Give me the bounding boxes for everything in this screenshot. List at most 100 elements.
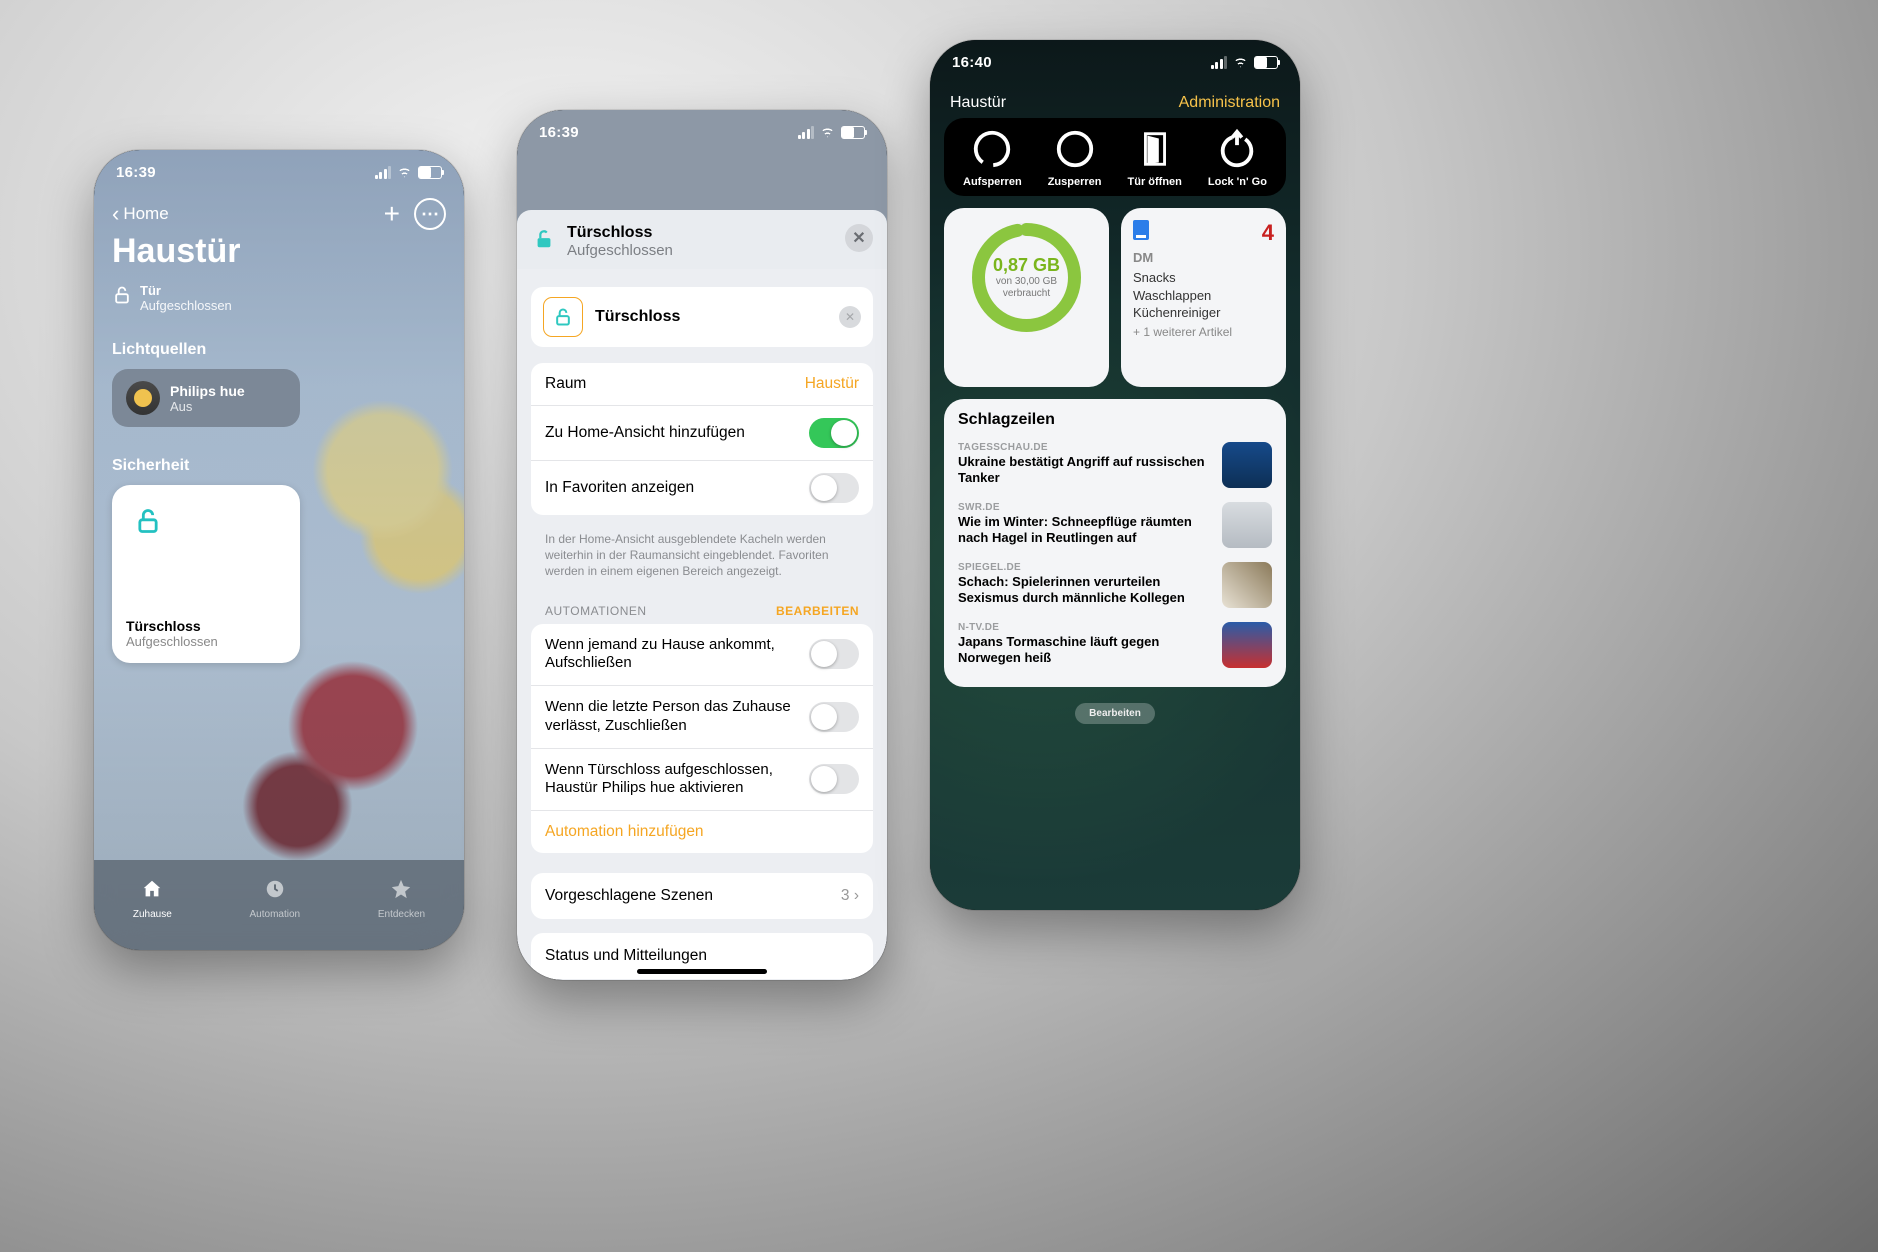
close-button[interactable]: ✕ bbox=[845, 224, 873, 252]
nuki-lockngo-button[interactable]: Lock 'n' Go bbox=[1208, 128, 1267, 188]
tab-automation[interactable]: Automation bbox=[250, 878, 301, 920]
nuki-unlock-button[interactable]: Aufsperren bbox=[963, 128, 1022, 188]
door-state: Aufgeschlossen bbox=[140, 298, 232, 313]
tab-bar: Zuhause Automation Entdecken bbox=[94, 860, 464, 950]
suggested-scenes-row[interactable]: Vorgeschlagene Szenen 3 › bbox=[531, 873, 873, 919]
wifi-icon bbox=[820, 127, 835, 138]
back-label: Home bbox=[123, 204, 168, 224]
data-usage-widget[interactable]: 0,87 GB von 30,00 GBverbraucht bbox=[944, 208, 1109, 387]
news-thumbnail bbox=[1222, 622, 1272, 668]
light-state: Aus bbox=[170, 399, 245, 414]
news-thumbnail bbox=[1222, 442, 1272, 488]
section-footnote: In der Home-Ansicht ausgeblendete Kachel… bbox=[531, 525, 873, 596]
list-title: DM bbox=[1133, 250, 1274, 265]
name-value: Türschloss bbox=[595, 308, 827, 326]
row-label: Zu Home-Ansicht hinzufügen bbox=[545, 424, 745, 442]
row-label: Status und Mitteilungen bbox=[545, 947, 707, 965]
chevron-right-icon: › bbox=[854, 887, 859, 904]
nuki-label: Zusperren bbox=[1048, 176, 1102, 188]
home-indicator[interactable] bbox=[637, 969, 767, 974]
add-button[interactable]: + bbox=[384, 198, 400, 230]
nuki-open-door-button[interactable]: Tür öffnen bbox=[1128, 128, 1182, 188]
tab-label: Entdecken bbox=[378, 909, 425, 920]
automations-header: AUTOMATIONEN BEARBEITEN bbox=[531, 596, 873, 624]
automation-text: Wenn jemand zu Hause ankommt, Aufschließ… bbox=[545, 636, 799, 674]
list-more: + 1 weiterer Artikel bbox=[1133, 325, 1274, 339]
wifi-icon bbox=[397, 167, 412, 178]
row-label: Raum bbox=[545, 375, 586, 393]
news-item[interactable]: SWR.DEWie im Winter: Schneepflüge räumte… bbox=[958, 495, 1272, 555]
news-headline: Schach: Spielerinnen verurteilen Sexismu… bbox=[958, 574, 1212, 605]
status-bar: 16:39 bbox=[94, 150, 464, 194]
data-verb: verbraucht bbox=[1003, 288, 1050, 299]
lock-name: Türschloss bbox=[126, 618, 286, 634]
chevron-left-icon: ‹ bbox=[112, 203, 119, 225]
clear-button[interactable]: ✕ bbox=[839, 306, 861, 328]
news-source: SPIEGEL.DE bbox=[958, 562, 1212, 573]
cellular-icon bbox=[798, 126, 815, 139]
news-widget[interactable]: Schlagzeilen TAGESSCHAU.DEUkraine bestät… bbox=[944, 399, 1286, 687]
news-item[interactable]: SPIEGEL.DESchach: Spielerinnen verurteil… bbox=[958, 555, 1272, 615]
automation-row: Wenn die letzte Person das Zuhause verlä… bbox=[531, 685, 873, 748]
automation-toggle[interactable] bbox=[809, 639, 859, 669]
lock-state: Aufgeschlossen bbox=[126, 634, 286, 649]
shopping-list-widget[interactable]: 4 DM SnacksWaschlappenKüchenreiniger + 1… bbox=[1121, 208, 1286, 387]
news-source: N-TV.DE bbox=[958, 622, 1212, 633]
nuki-lock-button[interactable]: Zusperren bbox=[1048, 128, 1102, 188]
more-button[interactable]: ⋯ bbox=[414, 198, 446, 230]
widget-title: Haustür bbox=[950, 94, 1006, 112]
widget-admin-link[interactable]: Administration bbox=[1179, 94, 1280, 112]
automation-text: Wenn Türschloss aufgeschlossen, Haustür … bbox=[545, 761, 799, 799]
news-item[interactable]: TAGESSCHAU.DEUkraine bestätigt Angriff a… bbox=[958, 435, 1272, 495]
back-button[interactable]: ‹ Home bbox=[112, 203, 169, 225]
star-icon bbox=[390, 878, 412, 906]
scenes-count: 3 bbox=[841, 887, 850, 904]
status-bar: 16:39 bbox=[517, 110, 887, 154]
tab-home[interactable]: Zuhause bbox=[133, 878, 172, 920]
phone-lock-settings: 16:39 Türschloss Aufgeschlossen ✕ bbox=[517, 110, 887, 980]
unlock-icon bbox=[126, 499, 170, 543]
light-tile[interactable]: Philips hue Aus bbox=[112, 369, 300, 427]
status-bar: 16:40 bbox=[930, 40, 1300, 84]
row-label: In Favoriten anzeigen bbox=[545, 479, 694, 497]
nuki-label: Tür öffnen bbox=[1128, 176, 1182, 188]
cellular-icon bbox=[1211, 56, 1228, 69]
news-headline: Ukraine bestätigt Angriff auf russischen… bbox=[958, 454, 1212, 485]
tab-label: Automation bbox=[250, 909, 301, 920]
nuki-widget-header: Haustür Administration bbox=[930, 84, 1300, 118]
edit-widgets-button[interactable]: Bearbeiten bbox=[1075, 703, 1155, 724]
list-app-icon bbox=[1133, 220, 1149, 240]
news-headline: Wie im Winter: Schneepflüge räumten nach… bbox=[958, 514, 1212, 545]
clock: 16:39 bbox=[539, 124, 579, 141]
nuki-label: Lock 'n' Go bbox=[1208, 176, 1267, 188]
row-value: Haustür bbox=[805, 375, 859, 393]
item-count-badge: 4 bbox=[1262, 220, 1274, 246]
tab-discover[interactable]: Entdecken bbox=[378, 878, 425, 920]
add-automation-button[interactable]: Automation hinzufügen bbox=[531, 810, 873, 853]
data-used: 0,87 GB bbox=[993, 255, 1060, 276]
name-field-row[interactable]: Türschloss ✕ bbox=[531, 287, 873, 347]
automation-row: Wenn Türschloss aufgeschlossen, Haustür … bbox=[531, 748, 873, 811]
unlock-icon bbox=[112, 285, 132, 311]
section-lights: Lichtquellen bbox=[112, 341, 446, 359]
automations-list: Wenn jemand zu Hause ankommt, Aufschließ… bbox=[531, 624, 873, 854]
add-to-home-row: Zu Home-Ansicht hinzufügen bbox=[531, 405, 873, 460]
edit-automations-button[interactable]: BEARBEITEN bbox=[776, 604, 859, 618]
room-row[interactable]: Raum Haustür bbox=[531, 363, 873, 405]
clock-icon bbox=[264, 878, 286, 906]
unlock-icon bbox=[533, 228, 555, 256]
news-thumbnail bbox=[1222, 502, 1272, 548]
news-item[interactable]: N-TV.DEJapans Tormaschine läuft gegen No… bbox=[958, 615, 1272, 675]
favorites-row: In Favoriten anzeigen bbox=[531, 460, 873, 515]
nuki-widget: Aufsperren Zusperren Tür öffnen Lock 'n'… bbox=[944, 118, 1286, 196]
automation-text: Wenn die letzte Person das Zuhause verlä… bbox=[545, 698, 799, 736]
lock-tile[interactable]: Türschloss Aufgeschlossen bbox=[112, 485, 300, 663]
header-label: AUTOMATIONEN bbox=[545, 604, 647, 618]
lock-icon bbox=[543, 297, 583, 337]
list-items: SnacksWaschlappenKüchenreiniger bbox=[1133, 269, 1274, 322]
automation-toggle[interactable] bbox=[809, 764, 859, 794]
toggle-favorites[interactable] bbox=[809, 473, 859, 503]
automation-toggle[interactable] bbox=[809, 702, 859, 732]
toggle-add-home[interactable] bbox=[809, 418, 859, 448]
door-status-indicator[interactable]: Tür Aufgeschlossen bbox=[112, 283, 446, 313]
